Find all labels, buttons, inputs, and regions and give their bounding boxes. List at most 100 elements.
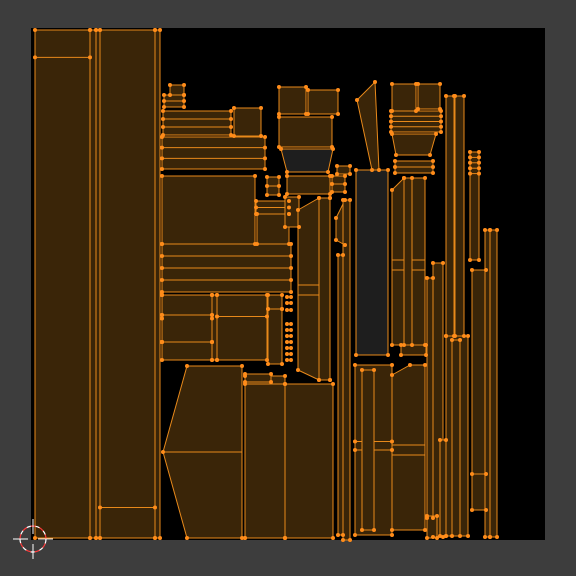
uv-face[interactable] (244, 383, 286, 539)
uv-vertex[interactable] (289, 301, 293, 305)
uv-vertex[interactable] (468, 258, 472, 262)
uv-vertex[interactable] (386, 168, 390, 172)
uv-vertex[interactable] (453, 94, 457, 98)
uv-vertex[interactable] (343, 243, 347, 247)
uv-vertex[interactable] (182, 105, 186, 109)
uv-vertex[interactable] (229, 117, 233, 121)
uv-vertex[interactable] (277, 85, 281, 89)
uv-vertex[interactable] (370, 168, 374, 172)
uv-vertex[interactable] (162, 105, 166, 109)
uv-vertex[interactable] (434, 132, 438, 136)
uv-vertex[interactable] (444, 334, 448, 338)
uv-vertex[interactable] (477, 155, 481, 160)
uv-vertex[interactable] (390, 533, 394, 537)
uv-vertex[interactable] (289, 322, 293, 326)
uv-vertex[interactable] (353, 439, 357, 444)
uv-vertex[interactable] (450, 534, 454, 538)
uv-vertex[interactable] (210, 293, 214, 297)
uv-vertex[interactable] (94, 28, 98, 32)
uv-vertex[interactable] (283, 195, 287, 199)
uv-vertex[interactable] (438, 438, 442, 442)
uv-vertex[interactable] (158, 28, 162, 32)
uv-vertex[interactable] (229, 109, 233, 113)
uv-vertex[interactable] (353, 448, 357, 452)
uv-vertex[interactable] (343, 182, 347, 186)
uv-vertex[interactable] (425, 514, 429, 518)
uv-vertex[interactable] (160, 242, 164, 246)
uv-vertex[interactable] (182, 99, 186, 103)
uv-face[interactable] (280, 148, 334, 173)
uv-vertex[interactable] (160, 293, 164, 297)
uv-vertex[interactable] (428, 153, 432, 157)
uv-vertex[interactable] (88, 28, 92, 32)
uv-vertex[interactable] (372, 528, 376, 532)
uv-vertex[interactable] (354, 353, 358, 357)
uv-vertex[interactable] (279, 147, 283, 151)
uv-vertex[interactable] (468, 155, 472, 160)
uv-vertex[interactable] (439, 130, 443, 134)
uv-face[interactable] (169, 84, 185, 96)
uv-vertex[interactable] (453, 334, 457, 338)
uv-vertex[interactable] (215, 293, 219, 297)
uv-face[interactable] (278, 116, 333, 148)
uv-vertex[interactable] (450, 338, 454, 342)
uv-vertex[interactable] (483, 535, 487, 539)
uv-vertex[interactable] (484, 268, 488, 272)
uv-vertex[interactable] (210, 358, 214, 362)
uv-editor-viewport[interactable] (0, 0, 576, 576)
uv-vertex[interactable] (269, 380, 273, 384)
uv-face[interactable] (391, 133, 437, 156)
uv-vertex[interactable] (266, 293, 270, 297)
uv-vertex[interactable] (477, 171, 481, 176)
uv-vertex[interactable] (210, 316, 214, 321)
uv-face[interactable] (439, 439, 447, 537)
uv-vertex[interactable] (285, 308, 289, 312)
uv-face[interactable] (445, 95, 455, 337)
uv-vertex[interactable] (399, 343, 403, 347)
uv-vertex[interactable] (306, 88, 310, 92)
uv-vertex[interactable] (423, 176, 427, 180)
uv-vertex[interactable] (458, 534, 462, 538)
uv-face[interactable] (216, 294, 268, 361)
uv-vertex[interactable] (488, 228, 492, 232)
uv-vertex[interactable] (253, 174, 257, 178)
uv-vertex[interactable] (389, 114, 393, 119)
uv-vertex[interactable] (390, 528, 394, 532)
uv-vertex[interactable] (306, 112, 310, 116)
uv-vertex[interactable] (468, 150, 472, 154)
uv-vertex[interactable] (160, 358, 164, 362)
uv-vertex[interactable] (341, 533, 345, 537)
uv-face[interactable] (211, 294, 218, 361)
uv-vertex[interactable] (153, 505, 157, 510)
uv-vertex[interactable] (255, 212, 259, 216)
uv-vertex[interactable] (289, 308, 293, 312)
uv-vertex[interactable] (343, 190, 347, 194)
uv-vertex[interactable] (280, 293, 284, 297)
uv-vertex[interactable] (210, 313, 214, 317)
uv-face[interactable] (162, 110, 232, 136)
uv-vertex[interactable] (98, 536, 102, 540)
uv-vertex[interactable] (390, 82, 394, 86)
uv-vertex[interactable] (402, 176, 406, 180)
uv-vertex[interactable] (254, 199, 258, 203)
uv-vertex[interactable] (462, 334, 466, 338)
uv-vertex[interactable] (160, 145, 164, 150)
uv-vertex[interactable] (285, 322, 289, 326)
uv-vertex[interactable] (160, 278, 164, 282)
uv-vertex[interactable] (393, 165, 397, 169)
uv-canvas[interactable] (0, 0, 576, 576)
uv-vertex[interactable] (394, 153, 398, 157)
uv-vertex[interactable] (265, 193, 269, 197)
uv-vertex[interactable] (330, 174, 334, 178)
uv-vertex[interactable] (326, 170, 330, 174)
uv-vertex[interactable] (153, 536, 157, 540)
uv-vertex[interactable] (265, 184, 269, 188)
uv-vertex[interactable] (495, 228, 499, 232)
uv-vertex[interactable] (331, 382, 335, 386)
uv-vertex[interactable] (160, 174, 164, 178)
uv-vertex[interactable] (390, 132, 394, 136)
uv-vertex[interactable] (336, 88, 340, 92)
uv-vertex[interactable] (285, 358, 289, 362)
uv-vertex[interactable] (232, 106, 236, 110)
uv-face[interactable] (361, 369, 375, 531)
